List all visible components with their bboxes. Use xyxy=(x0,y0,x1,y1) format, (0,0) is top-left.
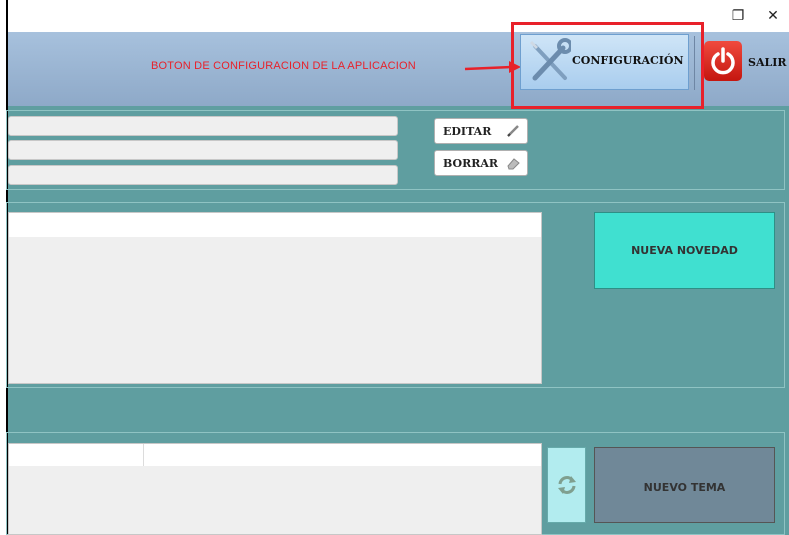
refresh-button[interactable] xyxy=(547,447,586,523)
pencil-icon xyxy=(507,125,519,137)
restore-window-button[interactable]: ❐ xyxy=(727,6,749,26)
power-icon xyxy=(711,47,735,75)
exit-label[interactable]: SALIR xyxy=(748,56,787,69)
text-field-3[interactable] xyxy=(8,165,398,185)
news-list-header xyxy=(9,213,541,237)
toolbar-separator xyxy=(694,36,695,90)
delete-label: BORRAR xyxy=(443,157,499,170)
text-field-1[interactable] xyxy=(8,116,398,136)
delete-button[interactable]: BORRAR xyxy=(434,150,528,176)
eraser-icon xyxy=(507,158,520,170)
annotation-text: BOTON DE CONFIGURACION DE LA APLICACION xyxy=(151,60,416,72)
edit-button[interactable]: EDITAR xyxy=(434,118,528,144)
close-window-button[interactable]: ✕ xyxy=(762,6,784,26)
new-topic-label: NUEVO TEMA xyxy=(643,481,726,494)
new-topic-button[interactable]: NUEVO TEMA xyxy=(594,447,775,523)
exit-button[interactable] xyxy=(704,41,742,81)
new-news-button[interactable]: NUEVA NOVEDAD xyxy=(594,212,775,289)
news-list[interactable] xyxy=(8,212,542,384)
new-news-label: NUEVA NOVEDAD xyxy=(631,244,738,257)
text-field-2[interactable] xyxy=(8,140,398,160)
edit-label: EDITAR xyxy=(443,125,492,138)
topics-list-header xyxy=(9,444,541,466)
refresh-icon xyxy=(558,476,576,494)
highlight-box xyxy=(511,22,704,109)
column-divider xyxy=(143,444,144,466)
